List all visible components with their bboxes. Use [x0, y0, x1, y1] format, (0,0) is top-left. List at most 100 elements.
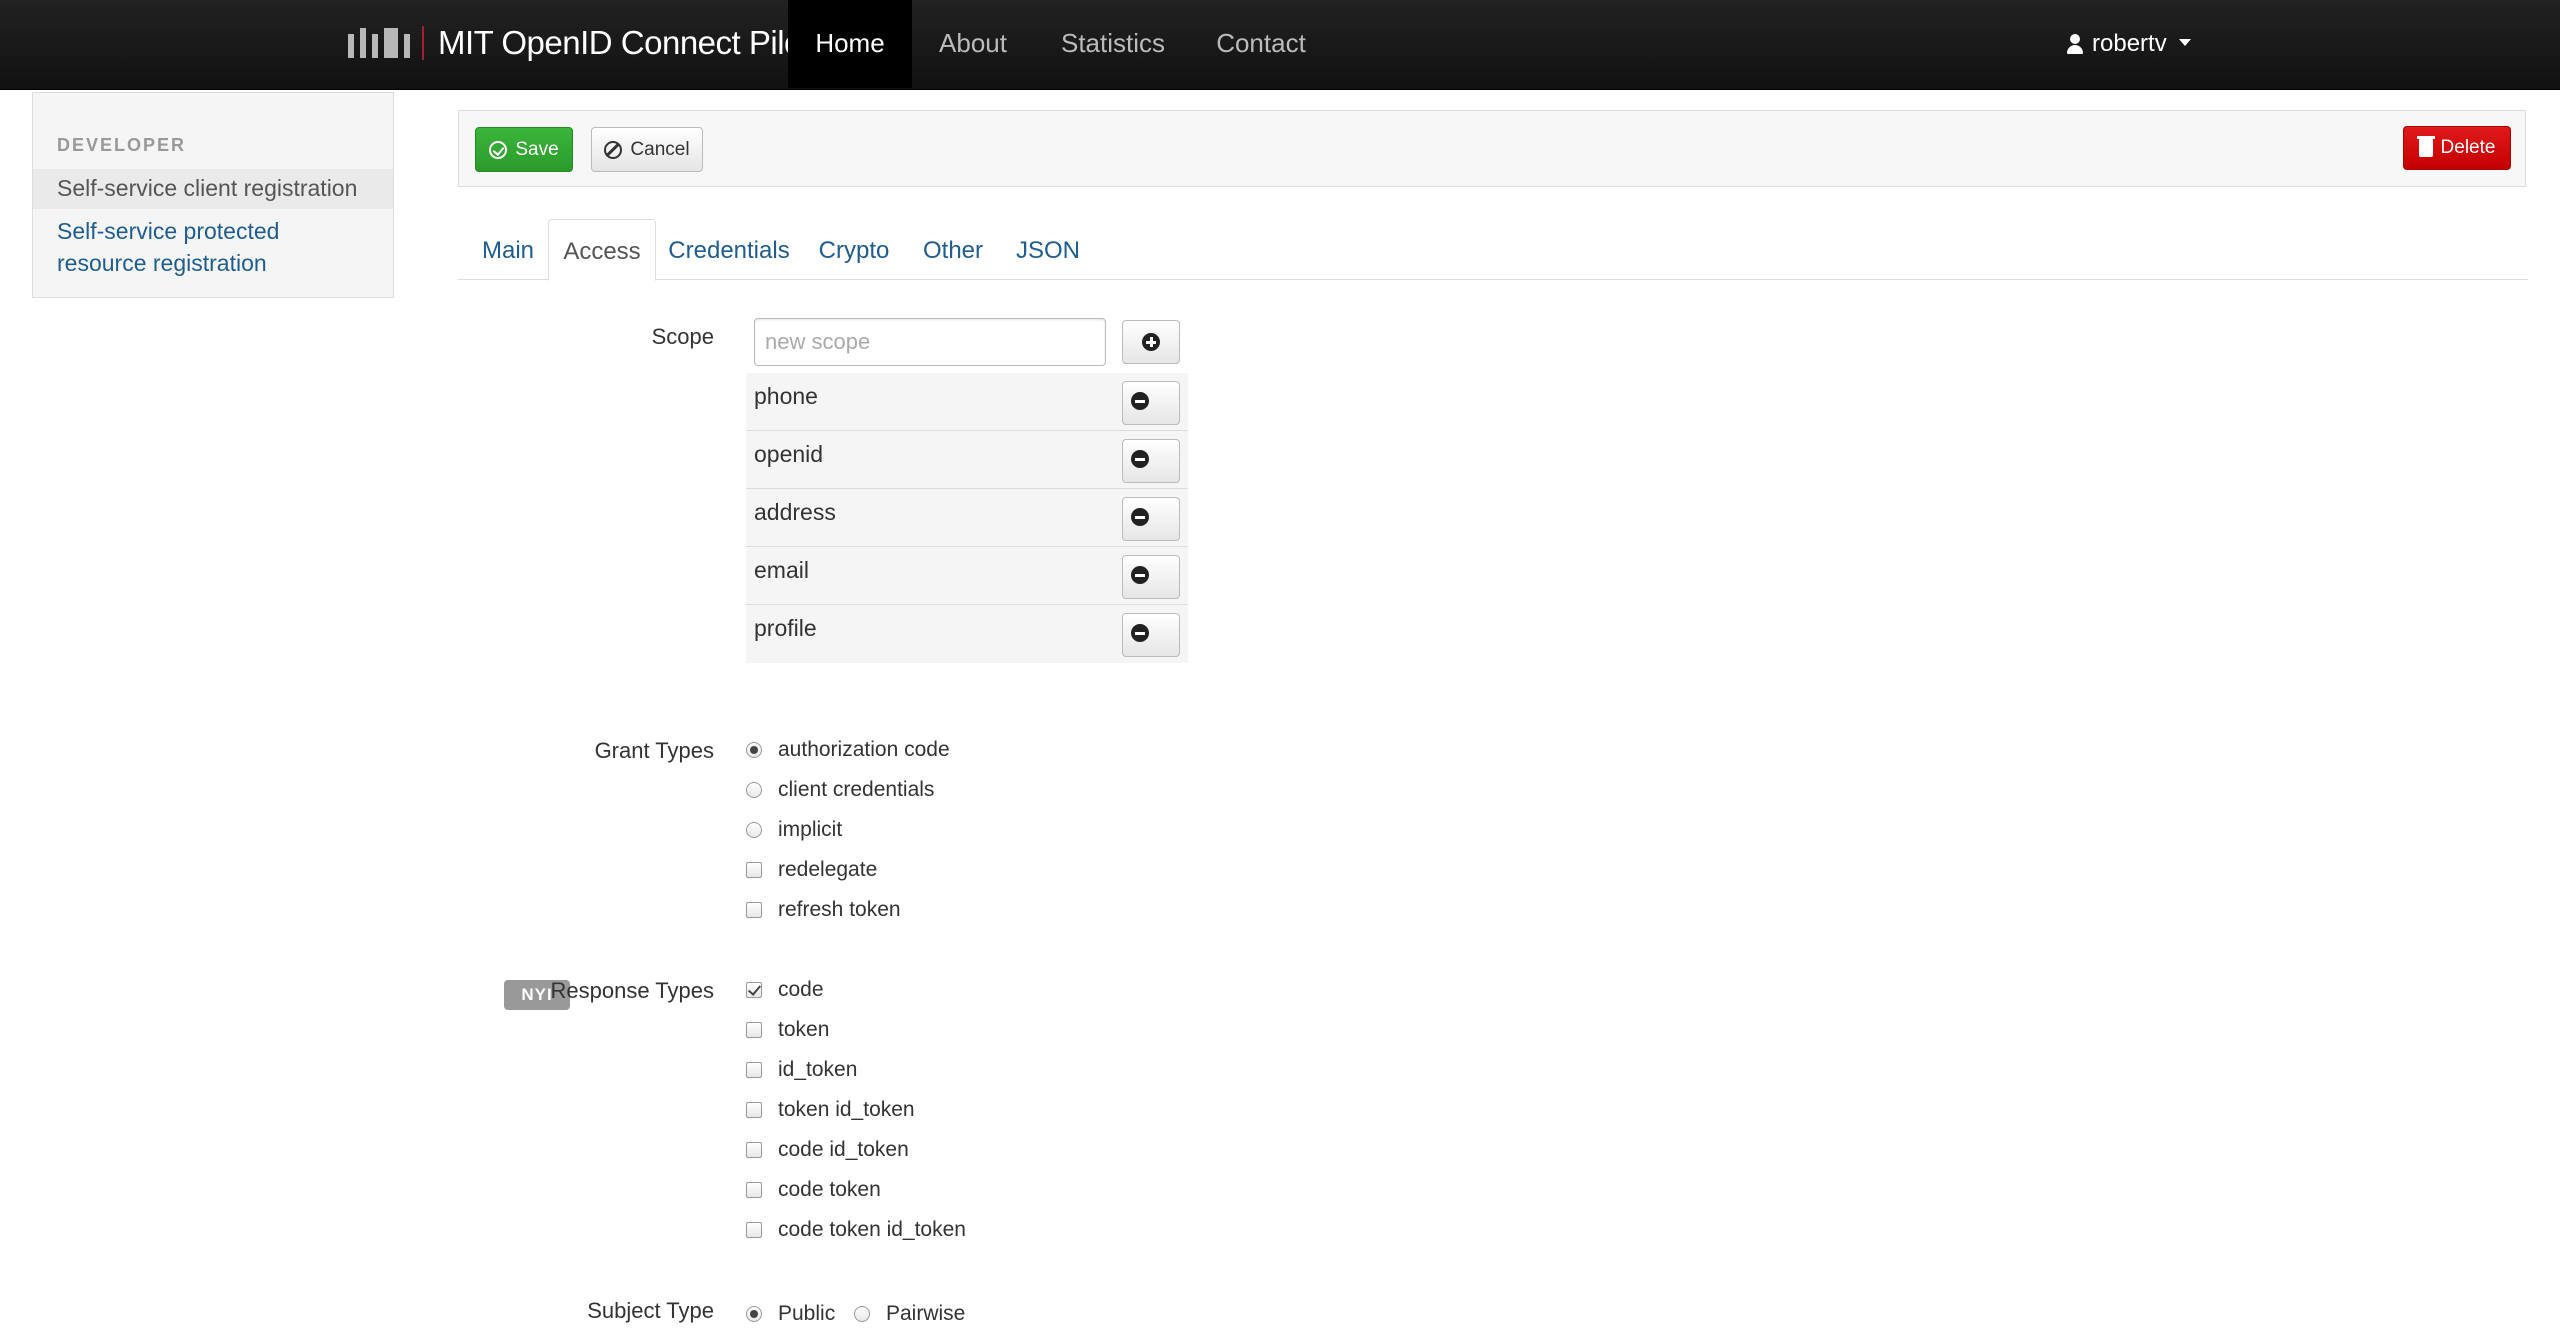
grant-type-option[interactable]: authorization code — [746, 738, 950, 762]
option-label: refresh token — [778, 898, 901, 921]
add-scope-button[interactable] — [1122, 320, 1180, 364]
response-type-option[interactable]: token — [746, 1018, 829, 1042]
cancel-button[interactable]: Cancel — [591, 127, 703, 172]
option-label: authorization code — [778, 738, 950, 761]
check-circle-icon — [489, 140, 508, 159]
checkbox[interactable] — [746, 902, 762, 918]
checkbox[interactable] — [746, 1182, 762, 1198]
grant-types-label: Grant Types — [594, 738, 714, 763]
scope-value: email — [754, 557, 809, 583]
sidebar-item-client-registration[interactable]: Self-service client registration — [33, 169, 393, 209]
option-label: Public — [778, 1302, 836, 1325]
scope-value: phone — [754, 383, 818, 409]
delete-label: Delete — [2440, 137, 2496, 158]
mit-logo — [348, 28, 416, 58]
tab-bar: Main Access Credentials Crypto Other JSO… — [458, 219, 2528, 281]
grant-type-option[interactable]: client credentials — [746, 778, 934, 802]
option-label: token id_token — [778, 1098, 915, 1121]
plus-circle-icon — [1142, 333, 1160, 351]
sidebar: DEVELOPER Self-service client registrati… — [32, 92, 394, 298]
user-icon — [2066, 34, 2084, 54]
option-label: implicit — [778, 818, 843, 841]
scope-item: email — [746, 547, 1188, 605]
scope-value: profile — [754, 615, 817, 641]
remove-scope-button[interactable] — [1122, 497, 1180, 541]
option-label: id_token — [778, 1058, 858, 1081]
nav-about[interactable]: About — [928, 0, 1018, 88]
checkbox[interactable] — [746, 1142, 762, 1158]
radio-button[interactable] — [746, 822, 762, 838]
radio-button[interactable] — [854, 1306, 870, 1322]
cancel-label: Cancel — [630, 138, 690, 160]
username: robertv — [2092, 30, 2167, 57]
scope-item: phone — [746, 373, 1188, 431]
sidebar-item-resource-registration[interactable]: Self-service protected resource registra… — [33, 215, 353, 279]
new-scope-input[interactable] — [754, 318, 1106, 366]
remove-scope-button[interactable] — [1122, 555, 1180, 599]
response-type-option[interactable]: code — [746, 978, 824, 1002]
minus-circle-icon — [1131, 508, 1149, 526]
tab-main[interactable]: Main — [470, 219, 546, 280]
response-types-label: Response Types — [550, 978, 714, 1003]
tab-access[interactable]: Access — [548, 219, 656, 281]
save-button[interactable]: Save — [475, 127, 573, 172]
remove-scope-button[interactable] — [1122, 381, 1180, 425]
caret-down-icon — [2178, 38, 2191, 46]
grant-type-option[interactable]: redelegate — [746, 858, 877, 882]
option-label: token — [778, 1018, 830, 1041]
brand-divider — [422, 26, 424, 60]
scope-value: openid — [754, 441, 824, 467]
radio-button[interactable] — [746, 1306, 762, 1322]
remove-scope-button[interactable] — [1122, 439, 1180, 483]
scope-item: openid — [746, 431, 1188, 489]
brand[interactable]: MIT OpenID Connect Pilot — [348, 0, 811, 86]
tab-crypto[interactable]: Crypto — [812, 219, 896, 280]
nav-home[interactable]: Home — [788, 0, 912, 88]
top-navbar: MIT OpenID Connect Pilot Home About Stat… — [0, 0, 2560, 90]
scope-value: address — [754, 499, 836, 525]
option-label: redelegate — [778, 858, 878, 881]
user-menu[interactable]: robertv — [2066, 0, 2191, 88]
checkbox[interactable] — [746, 1062, 762, 1078]
radio-button[interactable] — [746, 742, 762, 758]
option-label: code token — [778, 1178, 881, 1201]
scope-label: Scope — [651, 324, 714, 349]
nav-contact[interactable]: Contact — [1214, 0, 1308, 88]
nav-statistics[interactable]: Statistics — [1054, 0, 1172, 88]
option-label: client credentials — [778, 778, 935, 801]
trash-icon — [2416, 136, 2435, 157]
radio-button[interactable] — [746, 782, 762, 798]
option-label: Pairwise — [886, 1302, 966, 1325]
remove-scope-button[interactable] — [1122, 613, 1180, 657]
delete-button[interactable]: Delete — [2403, 126, 2511, 170]
subject-type-option[interactable]: Public — [746, 1302, 835, 1326]
option-label: code id_token — [778, 1138, 909, 1161]
save-label: Save — [515, 138, 559, 160]
checkbox[interactable] — [746, 862, 762, 878]
checkbox[interactable] — [746, 1022, 762, 1038]
sidebar-header: DEVELOPER — [57, 135, 187, 155]
scope-item: profile — [746, 605, 1188, 663]
minus-circle-icon — [1131, 450, 1149, 468]
tab-json[interactable]: JSON — [1008, 219, 1088, 280]
tab-other[interactable]: Other — [918, 219, 988, 280]
checkbox[interactable] — [746, 1102, 762, 1118]
grant-type-option[interactable]: implicit — [746, 818, 842, 842]
checkbox[interactable] — [746, 1222, 762, 1238]
response-type-option[interactable]: code id_token — [746, 1138, 909, 1162]
ban-icon — [604, 140, 623, 159]
response-type-option[interactable]: code token id_token — [746, 1218, 966, 1242]
minus-circle-icon — [1131, 624, 1149, 642]
grant-type-option[interactable]: refresh token — [746, 898, 901, 922]
tab-credentials[interactable]: Credentials — [666, 219, 792, 280]
checkbox[interactable] — [746, 982, 762, 998]
subject-type-option[interactable]: Pairwise — [854, 1302, 965, 1326]
minus-circle-icon — [1131, 392, 1149, 410]
response-type-option[interactable]: id_token — [746, 1058, 857, 1082]
option-label: code token id_token — [778, 1218, 966, 1241]
response-type-option[interactable]: code token — [746, 1178, 881, 1202]
action-toolbar: Save Cancel Delete — [458, 110, 2526, 187]
response-type-option[interactable]: token id_token — [746, 1098, 915, 1122]
scope-item: address — [746, 489, 1188, 547]
minus-circle-icon — [1131, 566, 1149, 584]
